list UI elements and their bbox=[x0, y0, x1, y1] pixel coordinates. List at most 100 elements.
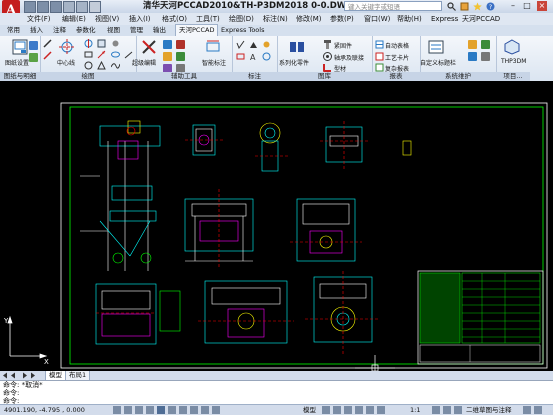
update-icon[interactable] bbox=[481, 40, 490, 49]
menu-file[interactable]: 文件(F) bbox=[27, 13, 51, 25]
drawing-canvas[interactable]: Y X bbox=[0, 81, 553, 371]
showmotion-icon[interactable] bbox=[366, 406, 374, 414]
bearing-button[interactable]: 轴承及联接 bbox=[334, 53, 364, 62]
hatch-icon[interactable] bbox=[97, 39, 106, 48]
pencil-icon[interactable] bbox=[43, 51, 52, 60]
close-button[interactable]: × bbox=[537, 1, 547, 11]
scale-icon[interactable] bbox=[176, 52, 185, 61]
clean-screen-icon[interactable] bbox=[534, 406, 542, 414]
help-icon[interactable]: ? bbox=[486, 2, 495, 11]
custom-menu-icon[interactable] bbox=[428, 39, 444, 55]
p3dm-icon[interactable] bbox=[504, 39, 520, 55]
menu-insert[interactable]: 插入(I) bbox=[129, 13, 151, 25]
pan-icon[interactable] bbox=[333, 406, 341, 414]
balloon-icon[interactable] bbox=[262, 52, 271, 61]
auto-table-icon[interactable] bbox=[375, 40, 384, 49]
config-icon[interactable] bbox=[468, 52, 477, 61]
fastener-icon[interactable] bbox=[323, 40, 332, 49]
menu-params[interactable]: 参数(P) bbox=[330, 13, 354, 25]
fastener-button[interactable]: 紧固件 bbox=[334, 41, 352, 50]
open-file-icon[interactable] bbox=[37, 1, 49, 13]
custom-menu-button[interactable]: 自定义标题栏 bbox=[420, 58, 456, 67]
search-icon[interactable] bbox=[447, 2, 456, 11]
minimize-button[interactable]: – bbox=[508, 1, 518, 11]
process-card-icon[interactable] bbox=[375, 52, 384, 61]
serial-parts-icon[interactable] bbox=[289, 39, 305, 55]
super-edit-icon[interactable] bbox=[141, 39, 157, 55]
gear-tool-icon[interactable] bbox=[111, 39, 120, 48]
text-icon[interactable]: A bbox=[249, 52, 258, 61]
polar-icon[interactable] bbox=[146, 406, 154, 414]
tab-pccad[interactable]: 天河PCCAD bbox=[175, 24, 219, 36]
exchange-icon[interactable] bbox=[460, 2, 469, 11]
star-icon[interactable] bbox=[473, 2, 482, 11]
tab-home[interactable]: 常用 bbox=[4, 25, 23, 36]
menu-window[interactable]: 窗口(W) bbox=[364, 13, 390, 25]
ortho-icon[interactable] bbox=[135, 406, 143, 414]
auto-table-button[interactable]: 自动表格 bbox=[385, 41, 409, 50]
copy-icon[interactable] bbox=[163, 52, 172, 61]
centerline-icon[interactable] bbox=[59, 39, 75, 55]
rect-icon[interactable] bbox=[84, 50, 93, 59]
tab-nav-arrows-icon[interactable] bbox=[2, 372, 42, 379]
menu-edit[interactable]: 编辑(E) bbox=[62, 13, 86, 25]
drawing-setup-icon[interactable] bbox=[12, 39, 28, 55]
about-icon[interactable] bbox=[481, 52, 490, 61]
steering-wheel-icon[interactable] bbox=[355, 406, 363, 414]
new-file-icon[interactable] bbox=[24, 1, 36, 13]
rotate-icon[interactable] bbox=[176, 40, 185, 49]
snap-icon[interactable] bbox=[113, 406, 121, 414]
detail-table-icon[interactable] bbox=[29, 41, 38, 50]
dyn-icon[interactable] bbox=[190, 406, 198, 414]
tab-output[interactable]: 输出 bbox=[150, 25, 169, 36]
menu-pccad[interactable]: 天河PCCAD bbox=[462, 13, 500, 25]
lock-icon[interactable] bbox=[523, 406, 531, 414]
zoom-icon[interactable] bbox=[344, 406, 352, 414]
menu-draw[interactable]: 绘图(D) bbox=[229, 13, 254, 25]
super-edit-button[interactable]: 超级编辑 bbox=[132, 58, 156, 67]
tab-annotate[interactable]: 注释 bbox=[50, 25, 69, 36]
annotation-icon[interactable] bbox=[377, 406, 385, 414]
move-icon[interactable] bbox=[163, 40, 172, 49]
process-card-button[interactable]: 工艺卡片 bbox=[385, 53, 409, 62]
p3dm-button[interactable]: THP3DM bbox=[501, 58, 526, 65]
circle-cross-icon[interactable] bbox=[84, 39, 93, 48]
autoscale-icon[interactable] bbox=[443, 406, 451, 414]
profile-icon[interactable] bbox=[323, 63, 332, 72]
annotation-visibility-icon[interactable] bbox=[432, 406, 440, 414]
lineweight-icon[interactable] bbox=[201, 406, 209, 414]
weld-icon[interactable] bbox=[262, 40, 271, 49]
drawing-setup-button[interactable]: 图纸设置 bbox=[5, 58, 29, 67]
ellipse-icon[interactable] bbox=[111, 50, 120, 59]
layout-view-icon[interactable] bbox=[322, 406, 330, 414]
shape-icon[interactable] bbox=[97, 61, 106, 70]
bearing-icon[interactable] bbox=[323, 52, 332, 61]
roughness-icon[interactable] bbox=[236, 40, 245, 49]
smart-dim-icon[interactable] bbox=[205, 39, 221, 55]
menu-modify[interactable]: 修改(M) bbox=[296, 13, 322, 25]
save-icon[interactable] bbox=[50, 1, 62, 13]
sequence-icon[interactable] bbox=[29, 53, 38, 62]
menu-help[interactable]: 帮助(H) bbox=[397, 13, 422, 25]
tab-manage[interactable]: 管理 bbox=[127, 25, 146, 36]
serial-parts-button[interactable]: 系列化零件 bbox=[279, 58, 309, 67]
otrack-icon[interactable] bbox=[168, 406, 176, 414]
tab-express-tools[interactable]: Express Tools bbox=[218, 25, 267, 36]
pen-icon[interactable] bbox=[43, 39, 52, 48]
spline-icon[interactable] bbox=[111, 61, 120, 70]
tab-insert[interactable]: 插入 bbox=[27, 25, 46, 36]
undo-icon[interactable] bbox=[63, 1, 75, 13]
tab-view[interactable]: 视图 bbox=[104, 25, 123, 36]
redo-icon[interactable] bbox=[76, 1, 88, 13]
menu-express[interactable]: Express bbox=[431, 13, 458, 25]
tolerance-icon[interactable] bbox=[236, 52, 245, 61]
circle-icon[interactable] bbox=[84, 61, 93, 70]
tab-parametric[interactable]: 参数化 bbox=[73, 25, 99, 36]
datum-icon[interactable] bbox=[249, 40, 258, 49]
bom-icon[interactable] bbox=[375, 63, 384, 72]
quick-props-icon[interactable] bbox=[212, 406, 220, 414]
smart-dim-button[interactable]: 智能标注 bbox=[202, 58, 226, 67]
grid-icon[interactable] bbox=[124, 406, 132, 414]
settings-icon[interactable] bbox=[468, 40, 477, 49]
osnap-icon[interactable] bbox=[157, 406, 165, 414]
